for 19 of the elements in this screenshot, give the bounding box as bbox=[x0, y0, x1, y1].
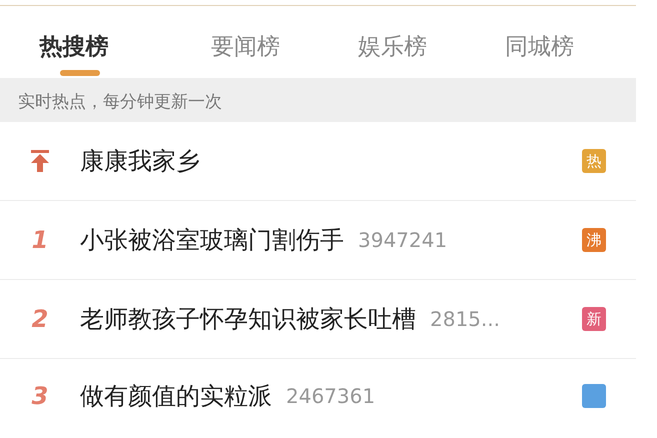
heat-count: 2467361 bbox=[286, 384, 376, 408]
notice-bar: 实时热点，每分钟更新一次 bbox=[0, 78, 636, 122]
topic-link[interactable]: 老师教孩子怀孕知识被家长吐槽 bbox=[80, 303, 416, 335]
topic-link[interactable]: 康康我家乡 bbox=[80, 145, 200, 177]
heat-count: 2815... bbox=[430, 307, 500, 331]
badge-label: 热 bbox=[582, 149, 606, 173]
heat-count: 3947241 bbox=[358, 228, 448, 252]
tab[interactable]: 同城榜 bbox=[466, 6, 613, 78]
badge-label: 新 bbox=[582, 307, 606, 331]
pin-top-icon bbox=[30, 150, 50, 172]
rank-number: 3 bbox=[32, 382, 48, 410]
rank-number: 1 bbox=[32, 226, 48, 254]
tab[interactable]: 娱乐榜 bbox=[319, 6, 466, 78]
tab[interactable]: 要闻榜 bbox=[172, 6, 319, 78]
rank-number: 2 bbox=[32, 305, 48, 333]
tab[interactable]: 热搜榜 bbox=[30, 6, 118, 78]
badge-label: 沸 bbox=[582, 228, 606, 252]
topic-link[interactable]: 做有颜值的实粒派 bbox=[80, 380, 272, 412]
topic-link[interactable]: 小张被浴室玻璃门割伤手 bbox=[80, 224, 344, 256]
